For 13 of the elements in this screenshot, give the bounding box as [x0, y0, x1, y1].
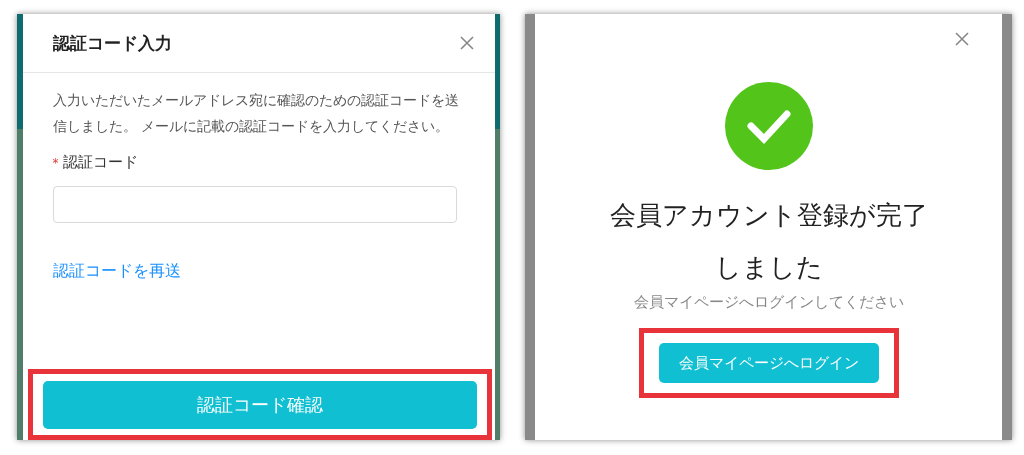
login-button[interactable]: 会員マイページへログイン [658, 343, 879, 383]
dialog-title: 認証コード入力 [52, 31, 172, 55]
close-icon[interactable] [458, 35, 475, 51]
completion-title: 会員アカウント登録が完了しました [608, 199, 929, 284]
completion-message: 会員マイページへログインしてください [633, 293, 904, 312]
resend-link[interactable]: 認証コードを再送 [52, 261, 181, 282]
success-check-icon [723, 81, 814, 171]
code-input-field[interactable] [52, 186, 457, 223]
required-mark: * [52, 155, 59, 170]
close-icon[interactable] [954, 31, 970, 47]
confirm-button[interactable]: 認証コード確認 [42, 381, 477, 429]
field-label: 認証コード [62, 153, 138, 172]
instruction-text: 入力いただいたメールアドレス宛に確認のための認証コードを送信しました。 メールに記載の認証コードを入力してください。 [52, 91, 460, 136]
